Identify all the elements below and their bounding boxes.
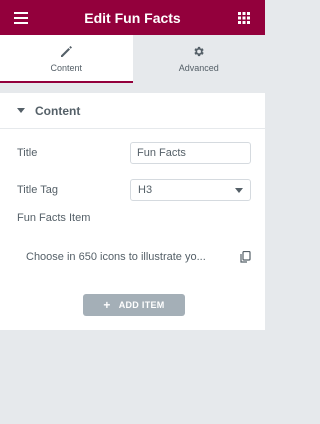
- gear-icon: [192, 43, 205, 59]
- repeater-item-title[interactable]: Choose in 650 icons to illustrate yo...: [26, 251, 206, 263]
- editor-panel: Edit Fun Facts Content Advanced Content: [0, 0, 265, 424]
- tab-content[interactable]: Content: [0, 35, 133, 83]
- grid-icon[interactable]: [233, 7, 255, 29]
- title-tag-select[interactable]: H3: [130, 179, 251, 201]
- repeater-item[interactable]: Choose in 650 icons to illustrate yo...: [17, 238, 251, 276]
- panel-title: Edit Fun Facts: [84, 9, 181, 26]
- add-item-label: ADD ITEM: [118, 300, 165, 310]
- tab-advanced-label: Advanced: [178, 63, 219, 73]
- title-input[interactable]: [130, 142, 251, 164]
- duplicate-icon[interactable]: [237, 249, 253, 265]
- title-label: Title: [17, 147, 38, 159]
- title-tag-value: H3: [138, 184, 153, 196]
- title-tag-control: Title Tag H3: [17, 178, 251, 202]
- section-title: Content: [35, 103, 81, 118]
- plus-icon: +: [103, 298, 111, 312]
- chevron-down-icon: [235, 187, 243, 193]
- pencil-icon: [60, 43, 73, 59]
- fun-facts-items-label: Fun Facts Item: [17, 212, 91, 224]
- tab-content-label: Content: [50, 63, 83, 73]
- add-item-button[interactable]: + ADD ITEM: [83, 294, 185, 316]
- section-controls: Title Title Tag H3 Fun Facts Item Choose…: [0, 129, 265, 330]
- tab-advanced[interactable]: Advanced: [132, 35, 265, 83]
- caret-down-icon: [17, 108, 25, 113]
- content-section: Content Title Title Tag H3 Fun Facts Ite…: [0, 93, 265, 330]
- section-toggle[interactable]: Content: [0, 93, 265, 129]
- panel-header: Edit Fun Facts: [0, 0, 265, 35]
- title-tag-label: Title Tag: [17, 184, 58, 196]
- panel-tabs: Content Advanced: [0, 35, 265, 83]
- title-control: Title: [17, 141, 251, 165]
- hamburger-icon[interactable]: [10, 7, 32, 29]
